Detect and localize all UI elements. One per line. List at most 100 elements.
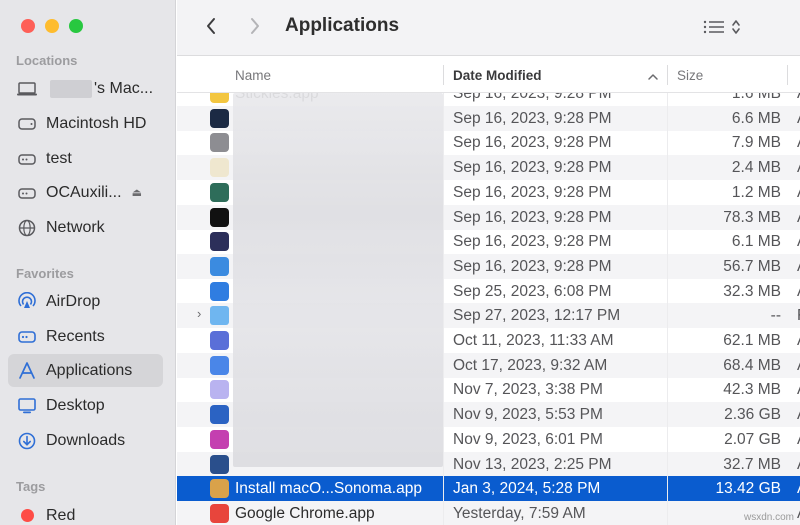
desktop-icon <box>16 396 38 416</box>
row-name: Google Chrome.app <box>235 504 375 522</box>
app-icon <box>210 405 229 425</box>
row-size: 13.42 GB <box>715 480 782 498</box>
sidebar-item-network[interactable]: Network <box>8 211 163 244</box>
favorites-section-label: Favorites <box>16 266 74 281</box>
row-size: 2.36 GB <box>724 406 781 424</box>
sidebar: Locations 's Mac... Macintosh HD test OC… <box>0 0 176 525</box>
sidebar-item-downloads[interactable]: Downloads <box>8 424 163 457</box>
app-icon <box>210 355 229 375</box>
zoom-window-button[interactable] <box>69 19 83 33</box>
sidebar-item-ocauxili[interactable]: OCAuxili... ⏏ <box>8 176 163 209</box>
row-date-modified: Oct 11, 2023, 11:33 AM <box>453 332 614 349</box>
column-divider-line <box>667 93 668 525</box>
app-icon <box>210 503 229 523</box>
sort-ascending-chevron-icon <box>647 70 659 85</box>
app-icon <box>210 454 229 474</box>
app-icon <box>210 479 229 499</box>
sidebar-item-tag-red[interactable]: Red <box>8 499 163 525</box>
locations-section-label: Locations <box>16 53 78 68</box>
blurred-names-region <box>233 93 443 467</box>
row-size: 68.4 MB <box>723 356 781 374</box>
app-icon <box>210 429 229 449</box>
column-date-header[interactable]: Date Modified <box>453 57 542 93</box>
eject-icon[interactable]: ⏏ <box>132 186 142 199</box>
row-date-modified: Nov 9, 2023, 6:01 PM <box>453 430 603 448</box>
row-date-modified: Yesterday, 7:59 AM <box>453 504 586 522</box>
chevron-left-icon <box>205 16 217 41</box>
sidebar-item-applications[interactable]: Applications <box>8 354 163 387</box>
row-date-modified: Nov 13, 2023, 2:25 PM <box>453 455 612 473</box>
sidebar-item-recents[interactable]: Recents <box>8 320 163 353</box>
sidebar-item-label: Applications <box>46 361 133 379</box>
sidebar-item-label: 's Mac... <box>94 79 154 97</box>
app-icon <box>210 207 229 227</box>
sidebar-item-label: OCAuxili... <box>46 183 122 201</box>
app-icon <box>210 256 229 276</box>
app-icon <box>210 158 229 178</box>
row-date-modified: Sep 16, 2023, 9:28 PM <box>453 109 612 127</box>
sidebar-item-label: Macintosh HD <box>46 114 147 132</box>
row-size: 32.3 MB <box>723 282 781 300</box>
sidebar-item-desktop[interactable]: Desktop <box>8 389 163 422</box>
table-row[interactable]: Install macO...Sonoma.app Jan 3, 2024, 5:… <box>177 476 800 502</box>
sidebar-item-label: test <box>46 149 72 167</box>
back-button[interactable] <box>197 14 225 42</box>
row-size: 6.1 MB <box>731 233 781 251</box>
window-controls <box>21 19 83 33</box>
app-icon <box>210 331 229 350</box>
up-down-chevron-icon <box>731 18 741 41</box>
row-date-modified: Sep 16, 2023, 9:28 PM <box>453 208 612 226</box>
row-size: 78.3 MB <box>723 208 781 226</box>
sidebar-item-test[interactable]: test <box>8 142 163 175</box>
row-size: 1.2 MB <box>731 183 781 201</box>
laptop-icon <box>16 79 38 99</box>
column-separator <box>787 65 788 85</box>
airdrop-icon <box>16 291 38 312</box>
minimize-window-button[interactable] <box>45 19 59 33</box>
row-size: 56.7 MB <box>723 257 781 275</box>
row-size: 32.7 MB <box>723 455 781 473</box>
toolbar: Applications <box>177 0 800 56</box>
external-drive-icon <box>16 183 38 203</box>
app-icon <box>210 306 229 326</box>
row-date-modified: Sep 16, 2023, 9:28 PM <box>453 257 612 275</box>
table-row[interactable]: Google Chrome.appYesterday, 7:59 AMA <box>177 500 800 525</box>
sidebar-item-airdrop[interactable]: AirDrop <box>8 285 163 318</box>
redacted-username <box>50 79 92 98</box>
tags-section-label: Tags <box>16 479 46 494</box>
close-window-button[interactable] <box>21 19 35 33</box>
forward-button[interactable] <box>241 14 269 42</box>
list-view-icon <box>703 19 725 40</box>
sidebar-item-label: Desktop <box>46 396 105 414</box>
row-date-modified: Sep 25, 2023, 6:08 PM <box>453 282 612 300</box>
sidebar-item-label: Recents <box>46 327 105 345</box>
external-drive-icon <box>16 149 38 169</box>
sidebar-item-macintosh-hd[interactable]: Macintosh HD <box>8 107 163 140</box>
app-icon <box>210 232 229 252</box>
column-divider-line <box>443 93 444 525</box>
watermark: wsxdn.com <box>743 512 794 523</box>
column-header: Name Date Modified Size <box>177 57 800 93</box>
drive-icon <box>16 114 38 134</box>
sidebar-item-mac[interactable]: 's Mac... <box>8 72 163 105</box>
app-icon <box>210 133 229 153</box>
row-size: 2.4 MB <box>731 159 781 177</box>
row-size: -- <box>770 307 781 325</box>
row-size: 42.3 MB <box>723 381 781 399</box>
app-icon <box>210 108 229 128</box>
disclosure-chevron-icon[interactable]: › <box>197 306 201 321</box>
row-date-modified: Sep 16, 2023, 9:28 PM <box>453 159 612 177</box>
row-size: 6.6 MB <box>731 109 781 127</box>
network-icon <box>16 218 38 238</box>
row-date-modified: Sep 16, 2023, 9:28 PM <box>453 134 612 152</box>
row-size: 1.6 MB <box>731 93 781 102</box>
app-icon <box>210 182 229 202</box>
column-separator <box>443 65 444 85</box>
column-name-header[interactable]: Name <box>235 57 271 93</box>
sidebar-item-label: Red <box>46 506 76 524</box>
column-size-header[interactable]: Size <box>677 57 703 93</box>
row-date-modified: Sep 16, 2023, 9:28 PM <box>453 93 612 102</box>
row-name: Install macO...Sonoma.app <box>235 480 422 498</box>
view-options-button[interactable] <box>703 17 755 41</box>
red-tag-dot-icon <box>16 506 38 525</box>
